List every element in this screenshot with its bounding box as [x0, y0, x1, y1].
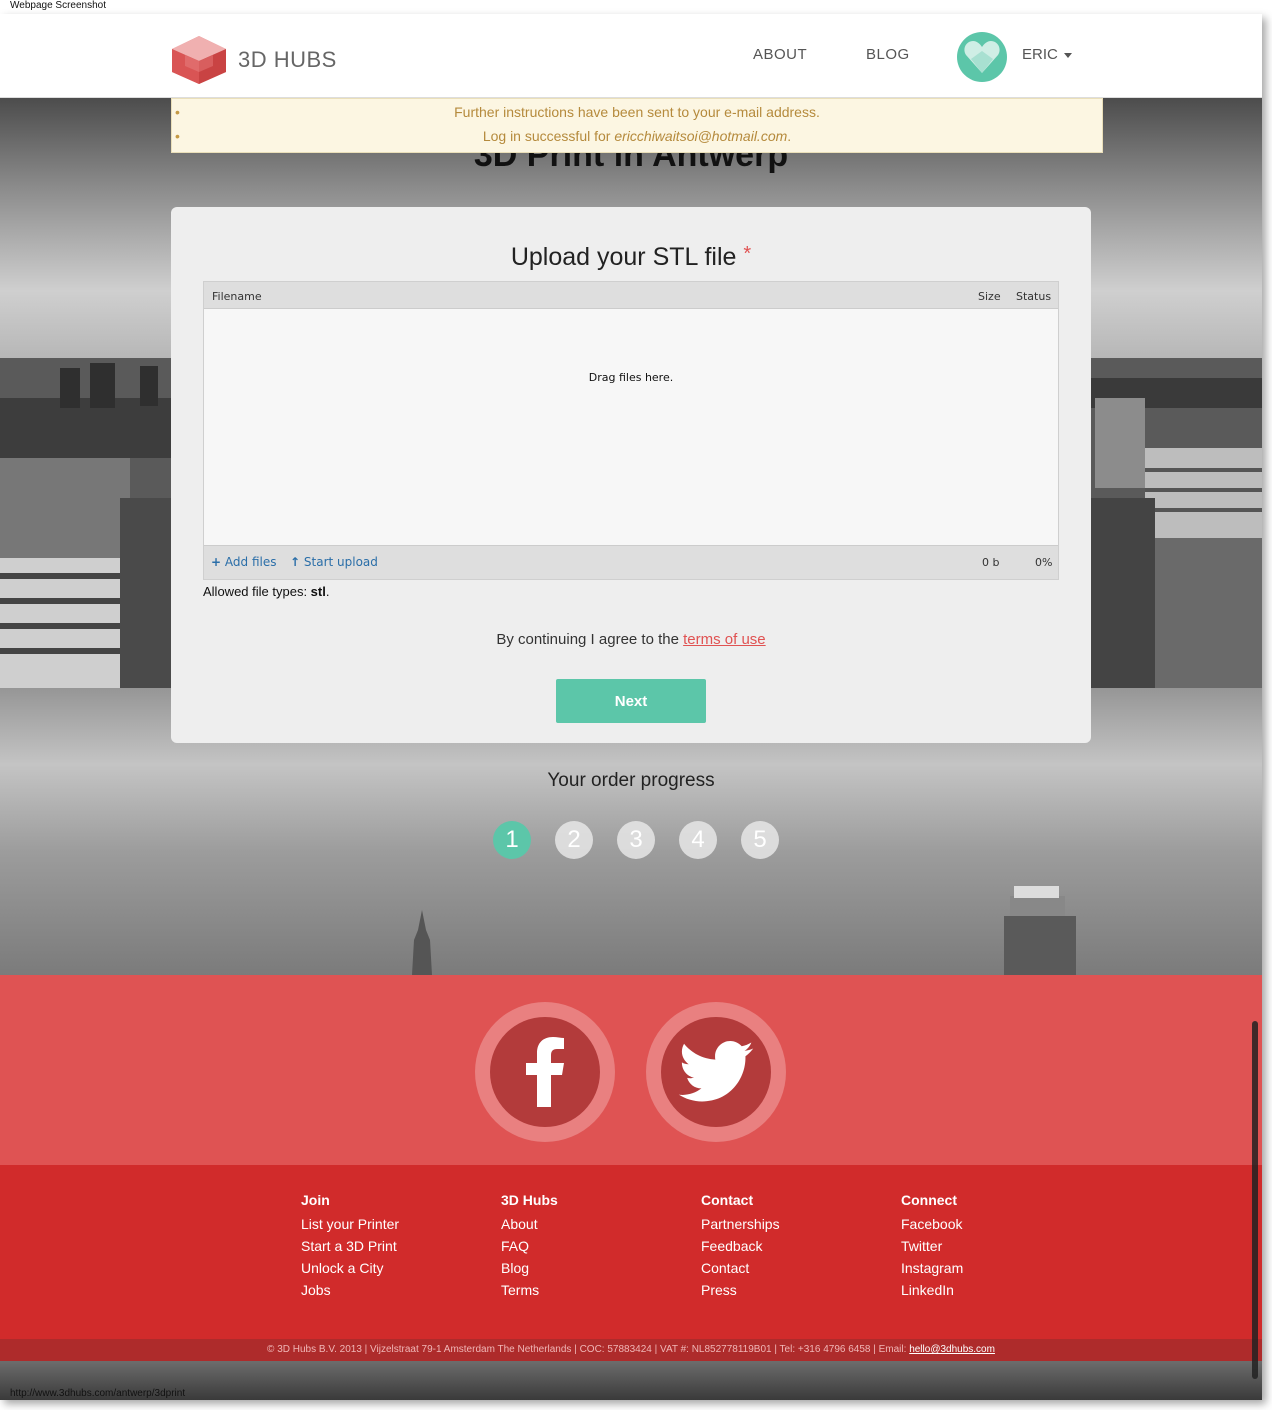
add-files-label: Add files: [224, 555, 277, 569]
flash-login-email: ericchiwaitsoi@hotmail.com: [614, 128, 788, 144]
upload-title-text: Upload your STL file: [510, 243, 737, 271]
footer-link-feedback[interactable]: Feedback: [701, 1235, 780, 1257]
footer-link-jobs[interactable]: Jobs: [301, 1279, 399, 1301]
twitter-circle: [661, 1017, 771, 1127]
footer-link-partnerships[interactable]: Partnerships: [701, 1213, 780, 1235]
footer-link-about[interactable]: About: [501, 1213, 558, 1235]
footer-column-3dhubs: 3D Hubs About FAQ Blog Terms: [501, 1192, 558, 1301]
footer-link-linkedin[interactable]: LinkedIn: [901, 1279, 963, 1301]
footer-link-instagram[interactable]: Instagram: [901, 1257, 963, 1279]
drop-zone[interactable]: Drag files here.: [204, 309, 1058, 545]
next-button[interactable]: Next: [556, 679, 706, 723]
city-skyline-left-image: [0, 358, 190, 688]
flash-login-suffix: .: [787, 128, 792, 144]
footer-link-contact[interactable]: Contact: [701, 1257, 780, 1279]
footer-heading: Connect: [901, 1192, 957, 1208]
footer-link-start-print[interactable]: Start a 3D Print: [301, 1235, 399, 1257]
uploader-footer: + Add files ↑ Start upload 0 b 0%: [204, 545, 1058, 579]
footer-heading: Join: [301, 1192, 330, 1208]
logo-icon: [172, 36, 226, 84]
terms-of-use-link[interactable]: terms of use: [683, 631, 766, 648]
flash-message: Further instructions have been sent to y…: [172, 100, 1102, 124]
tower-building-image: [1004, 886, 1076, 975]
twitter-icon: [678, 1041, 754, 1102]
footer-link-blog[interactable]: Blog: [501, 1257, 558, 1279]
progress-step-1: 1: [493, 821, 531, 859]
page-scrollbar[interactable]: [1252, 1021, 1258, 1379]
flash-message: Log in successful for ericchiwaitsoi@hot…: [172, 124, 1102, 148]
nav-blog[interactable]: BLOG: [866, 46, 910, 63]
allowed-label: Allowed file types:: [203, 584, 311, 599]
progress-step-4: 4: [679, 821, 717, 859]
facebook-icon: [526, 1037, 564, 1107]
footer-link-list-printer[interactable]: List your Printer: [301, 1213, 399, 1235]
start-upload-button[interactable]: ↑ Start upload: [290, 555, 378, 569]
add-files-button[interactable]: + Add files: [211, 555, 276, 569]
progress-step-3: 3: [617, 821, 655, 859]
terms-agreement: By continuing I agree to the terms of us…: [171, 631, 1091, 648]
user-menu-label: ERIC: [1022, 46, 1058, 63]
drop-zone-text: Drag files here.: [588, 371, 674, 384]
column-size: Size: [978, 290, 1001, 303]
facebook-circle: [490, 1017, 600, 1127]
browser-viewport: 3D HUBS ABOUT BLOG ERIC 3D Print in Antw…: [0, 14, 1262, 1400]
total-status: 0%: [1035, 556, 1053, 569]
footer-column-join: Join List your Printer Start a 3D Print …: [301, 1192, 399, 1301]
order-progress-title: Your order progress: [547, 770, 715, 791]
footer-link-terms[interactable]: Terms: [501, 1279, 558, 1301]
upload-title: Upload your STL file *: [171, 243, 1091, 272]
footer-link-faq[interactable]: FAQ: [501, 1235, 558, 1257]
footer-link-unlock-city[interactable]: Unlock a City: [301, 1257, 399, 1279]
status-bar-url: http://www.3dhubs.com/antwerp/3dprint: [10, 1388, 186, 1399]
allowed-suffix: .: [325, 584, 330, 599]
logo-text: 3D HUBS: [238, 47, 337, 72]
footer-link-facebook[interactable]: Facebook: [901, 1213, 963, 1235]
footer-email-link[interactable]: hello@3dhubs.com: [909, 1344, 995, 1355]
required-mark: *: [743, 243, 752, 265]
column-status: Status: [1016, 290, 1052, 303]
footer-link-twitter[interactable]: Twitter: [901, 1235, 963, 1257]
terms-text: By continuing I agree to the: [496, 631, 684, 648]
site-logo[interactable]: 3D HUBS: [170, 34, 337, 86]
progress-step-5: 5: [741, 821, 779, 859]
cathedral-tower-image: [412, 910, 432, 975]
copyright-text: © 3D Hubs B.V. 2013 | Vijzelstraat 79-1 …: [267, 1344, 910, 1355]
allowed-file-types: Allowed file types: stl.: [203, 584, 329, 599]
plus-icon: +: [211, 555, 222, 569]
facebook-button[interactable]: [475, 1002, 615, 1142]
flash-messages: Further instructions have been sent to y…: [171, 98, 1103, 153]
bottom-background-strip: [0, 1361, 1262, 1400]
column-filename: Filename: [212, 290, 262, 303]
social-band: [0, 975, 1262, 1165]
progress-step-2: 2: [555, 821, 593, 859]
avatar-heart-icon: [964, 41, 1000, 73]
upload-card: Upload your STL file * Filename Size Sta…: [171, 207, 1091, 743]
order-progress-steps: 1 2 3 4 5: [493, 821, 803, 859]
site-header: 3D HUBS ABOUT BLOG ERIC: [0, 14, 1262, 98]
footer-heading: Contact: [701, 1192, 754, 1208]
city-skyline-right-image: [1085, 358, 1262, 688]
total-size: 0 b: [982, 556, 1000, 569]
flash-login-text: Log in successful for: [482, 128, 615, 144]
copyright-bar: © 3D Hubs B.V. 2013 | Vijzelstraat 79-1 …: [0, 1339, 1262, 1361]
footer-column-connect: Connect Facebook Twitter Instagram Linke…: [901, 1192, 963, 1301]
avatar[interactable]: [957, 32, 1007, 82]
start-upload-label: Start upload: [303, 555, 378, 569]
footer-column-contact: Contact Partnerships Feedback Contact Pr…: [701, 1192, 780, 1301]
uploader-header: Filename Size Status: [204, 282, 1058, 309]
allowed-types: stl: [310, 584, 326, 599]
footer-heading: 3D Hubs: [501, 1192, 558, 1208]
nav-about[interactable]: ABOUT: [753, 46, 807, 63]
screenshot-caption: Webpage Screenshot: [10, 0, 106, 11]
site-footer: Join List your Printer Start a 3D Print …: [0, 1165, 1262, 1339]
twitter-button[interactable]: [646, 1002, 786, 1142]
footer-link-press[interactable]: Press: [701, 1279, 780, 1301]
chevron-down-icon: [1063, 52, 1072, 58]
upload-arrow-icon: ↑: [290, 555, 301, 569]
user-menu[interactable]: ERIC: [1022, 46, 1072, 63]
file-uploader: Filename Size Status Drag files here. + …: [203, 281, 1059, 580]
